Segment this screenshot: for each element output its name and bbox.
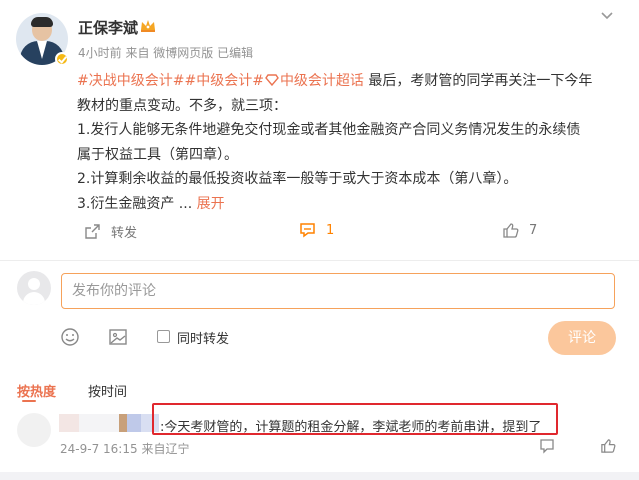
post-line-1: 最后，考财管的同学再关注一下今年 bbox=[363, 73, 593, 89]
divider bbox=[0, 260, 639, 261]
repost-checkbox-label[interactable]: 同时转发 bbox=[177, 328, 229, 347]
comment-meta: 24-9-7 16:15 来自辽宁 bbox=[60, 440, 189, 457]
verified-badge-icon bbox=[55, 52, 69, 66]
submit-comment-button[interactable]: 评论 bbox=[548, 321, 616, 355]
like-icon bbox=[503, 223, 519, 238]
expand-link[interactable]: 展开 bbox=[197, 196, 225, 212]
sort-by-hot-tab[interactable]: 按热度 bbox=[17, 381, 56, 400]
active-tab-indicator bbox=[22, 400, 36, 402]
comment-count: 1 bbox=[326, 222, 335, 238]
post-line-3: 1.发行人能够无条件地避免交付现金或者其他金融资产合同义务情况发生的永续债 bbox=[77, 122, 581, 138]
topic-tag-2[interactable]: #中级会计# bbox=[184, 73, 263, 89]
author-name[interactable]: 正保李斌 bbox=[78, 17, 138, 38]
post-edited[interactable]: 已编辑 bbox=[217, 46, 253, 60]
image-icon[interactable] bbox=[108, 327, 128, 347]
highlight-annotation bbox=[152, 403, 558, 435]
weibo-post-card: 正保李斌 4小时前 来自 微博网页版 已编辑 #决战中级会计##中级会计# 中级会… bbox=[0, 0, 639, 472]
post-line-2: 教材的重点变动。不多，就三项： bbox=[77, 97, 287, 114]
comment-time: 24-9-7 16:15 bbox=[60, 442, 138, 456]
supertopic-icon bbox=[265, 74, 279, 87]
comment-button[interactable]: 1 bbox=[299, 222, 334, 238]
comment-like-icon[interactable] bbox=[600, 438, 616, 454]
sort-by-time-tab[interactable]: 按时间 bbox=[88, 381, 127, 400]
comment-icon bbox=[300, 223, 315, 238]
post-line-5: 2.计算剩余收益的最低投资收益率一般等于或大于资本成本（第八章）。 bbox=[77, 171, 518, 187]
comment-input[interactable]: 发布你的评论 bbox=[61, 273, 615, 309]
repost-label: 转发 bbox=[111, 226, 138, 241]
reply-icon[interactable] bbox=[539, 438, 555, 454]
topic-tag-1[interactable]: #决战中级会计# bbox=[77, 73, 184, 89]
emoji-icon[interactable] bbox=[60, 327, 80, 347]
post-source: 来自 微博网页版 bbox=[125, 46, 214, 60]
ellipsis: ... bbox=[174, 195, 197, 212]
comment-location: 来自辽宁 bbox=[141, 442, 190, 456]
like-count: 7 bbox=[529, 223, 538, 238]
more-icon[interactable] bbox=[600, 11, 614, 21]
repost-icon bbox=[85, 224, 100, 239]
post-line-4: 属于权益工具（第四章）。 bbox=[77, 146, 238, 163]
like-button[interactable]: 7 bbox=[502, 222, 537, 239]
repost-button[interactable]: 转发 bbox=[84, 222, 137, 241]
post-time[interactable]: 4小时前 bbox=[78, 46, 122, 60]
commenter-avatar[interactable] bbox=[17, 413, 51, 447]
post-meta: 4小时前 来自 微博网页版 已编辑 bbox=[78, 44, 253, 61]
topic-tag-3[interactable]: 中级会计超话 bbox=[280, 73, 364, 89]
crown-icon bbox=[141, 20, 155, 32]
current-user-avatar bbox=[17, 271, 51, 305]
author-avatar[interactable] bbox=[16, 13, 69, 66]
post-content: #决战中级会计##中级会计# 中级会计超话 最后，考财管的同学再关注一下今年 教材… bbox=[77, 69, 627, 216]
repost-checkbox[interactable] bbox=[157, 330, 170, 343]
post-line-6: 3.衍生金融资产 bbox=[77, 195, 175, 212]
commenter-name-redacted[interactable] bbox=[59, 414, 159, 432]
